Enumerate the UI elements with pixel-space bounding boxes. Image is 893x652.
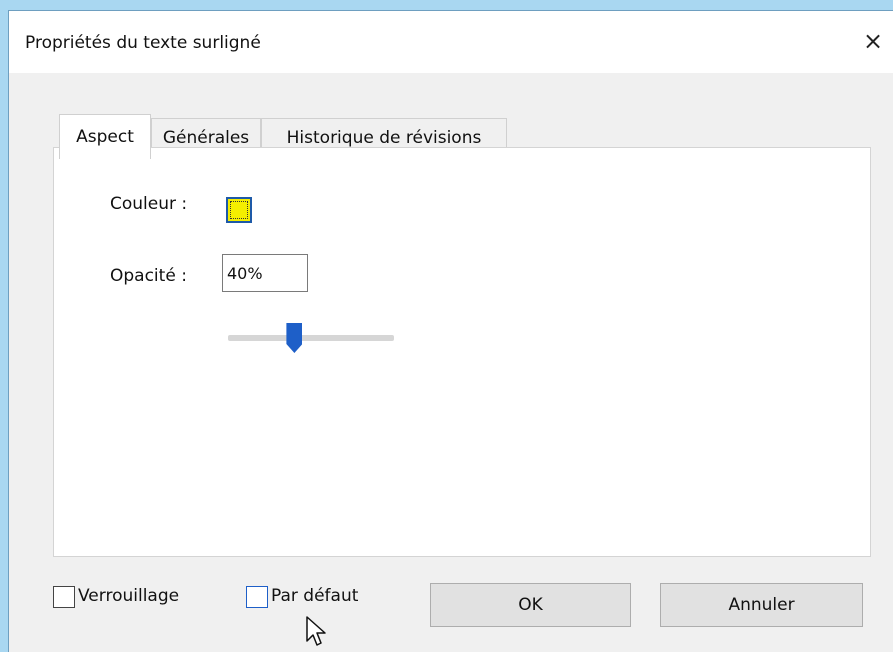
- opacity-slider-track[interactable]: [228, 335, 394, 341]
- default-checkbox[interactable]: [246, 586, 268, 608]
- close-icon: ×: [862, 27, 884, 55]
- default-label: Par défaut: [271, 586, 359, 606]
- opacity-slider-thumb[interactable]: [286, 323, 303, 353]
- ok-button[interactable]: OK: [430, 583, 631, 627]
- lock-checkbox[interactable]: [53, 586, 75, 608]
- color-swatch-button[interactable]: [226, 197, 252, 223]
- dialog-title: Propriétés du texte surligné: [25, 33, 261, 53]
- color-label: Couleur :: [110, 194, 188, 214]
- lock-label: Verrouillage: [78, 586, 180, 606]
- opacity-input[interactable]: [222, 254, 308, 292]
- properties-dialog: Propriétés du texte surligné × Aspect Gé…: [8, 10, 893, 652]
- aspect-panel: Couleur : Opacité :: [53, 147, 871, 557]
- mouse-pointer-icon: [306, 616, 326, 646]
- tab-aspect[interactable]: Aspect: [59, 114, 151, 159]
- opacity-label: Opacité :: [110, 266, 187, 286]
- title-bar: Propriétés du texte surligné ×: [9, 11, 893, 73]
- close-button[interactable]: ×: [855, 23, 891, 59]
- cancel-button[interactable]: Annuler: [660, 583, 863, 627]
